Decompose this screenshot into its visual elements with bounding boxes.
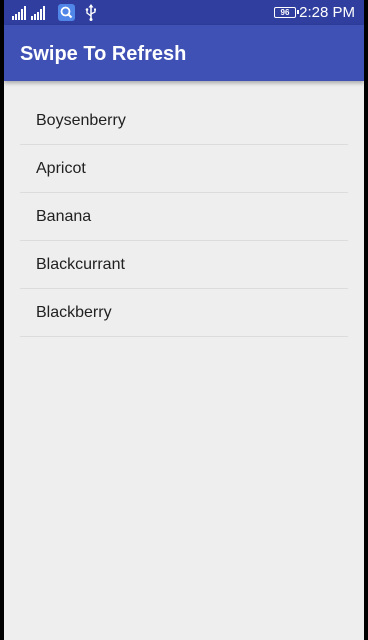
- status-bar: 96 2:28 PM: [4, 0, 364, 25]
- list-item[interactable]: Blackberry: [20, 289, 348, 337]
- fruit-list[interactable]: Boysenberry Apricot Banana Blackcurrant …: [20, 97, 348, 337]
- signal-icon: [12, 6, 45, 20]
- list-item[interactable]: Banana: [20, 193, 348, 241]
- app-bar: Swipe To Refresh: [4, 25, 364, 81]
- list-item[interactable]: Apricot: [20, 145, 348, 193]
- status-time: 2:28 PM: [299, 4, 355, 21]
- battery-level: 96: [280, 8, 290, 17]
- app-title: Swipe To Refresh: [20, 43, 187, 65]
- list-item[interactable]: Blackcurrant: [20, 241, 348, 289]
- list-item[interactable]: Boysenberry: [20, 97, 348, 145]
- battery-icon: 96: [274, 7, 299, 18]
- app-screen: 96 2:28 PM Swipe To Refresh Boysenberry …: [4, 0, 364, 640]
- usb-icon: [85, 4, 96, 21]
- search-icon: [58, 4, 75, 21]
